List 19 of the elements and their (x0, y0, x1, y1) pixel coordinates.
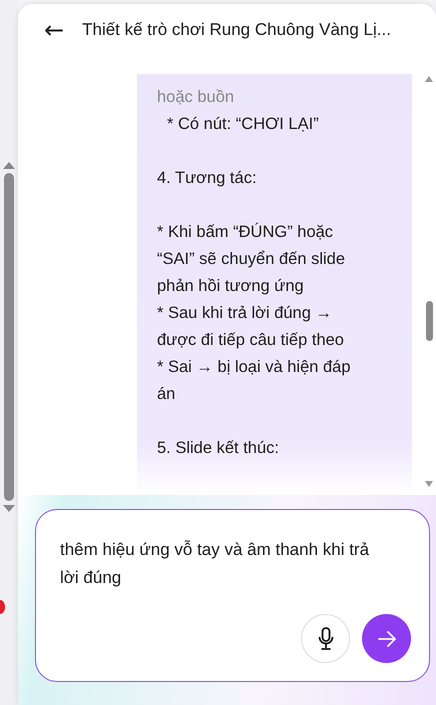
message-line: * Khi bấm “ĐÚNG” hoặc “SAI” sẽ chuyển đến slide phản hồi tương ứng (157, 222, 346, 297)
message-input-text: thêm hiệu ứng vỗ tay và âm thanh khi trả lời đúng (60, 539, 370, 589)
message-line: 5. Slide kết thúc: (157, 438, 280, 459)
message-input-field[interactable]: thêm hiệu ứng vỗ tay và âm thanh khi trả lời đúng (35, 509, 430, 682)
microphone-button[interactable] (301, 614, 350, 663)
arrow-right-icon (376, 630, 396, 648)
scrollbar-thumb[interactable] (4, 173, 14, 501)
microphone-icon (318, 626, 334, 650)
scroll-up-arrow-icon[interactable] (425, 76, 433, 82)
message-line: * Sau khi trả lời đúng → được đi tiếp câu tiếp theo (157, 303, 345, 351)
scrollbar-thumb[interactable] (426, 301, 432, 341)
message-line: * Sai → bị loại và hiện đáp án (157, 357, 352, 405)
message-line: * Có nút: “CHƠI LẠI” (166, 114, 320, 135)
send-button[interactable] (362, 614, 411, 663)
back-button[interactable]: ← (44, 18, 64, 42)
message-line: hoặc buồn (157, 87, 236, 108)
scroll-down-arrow-icon[interactable] (425, 481, 433, 487)
message-line: 4. Tương tác: (157, 168, 258, 189)
chat-title: Thiết kế trò chơi Rung Chuông Vàng Lị... (82, 20, 391, 40)
